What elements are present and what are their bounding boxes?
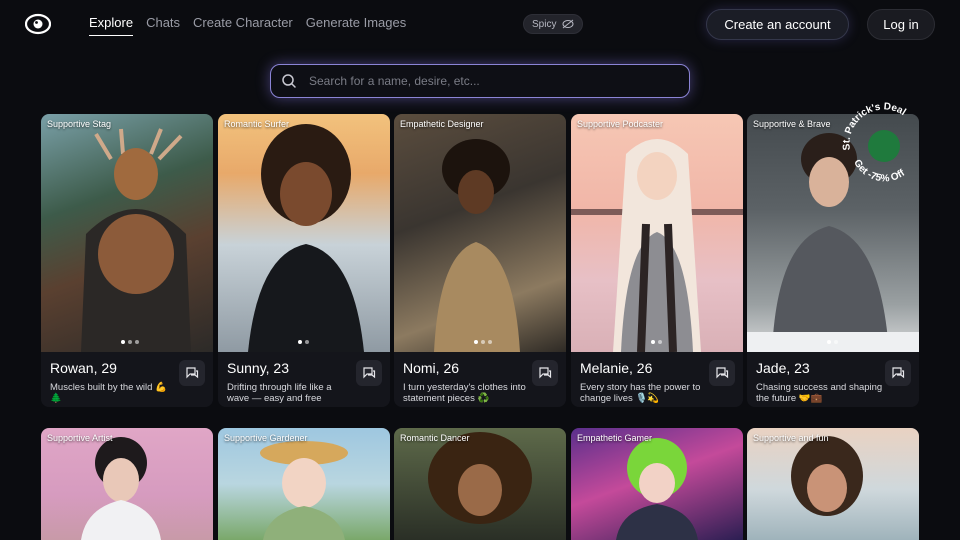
character-card[interactable]: Supportive Artist	[41, 428, 213, 540]
stag-figure	[81, 128, 191, 352]
character-tag: Supportive Artist	[47, 433, 113, 443]
spicy-toggle[interactable]: Spicy	[523, 14, 584, 34]
character-tag: Empathetic Gamer	[577, 433, 653, 443]
artist-figure	[81, 437, 161, 540]
surfer-figure	[248, 124, 364, 352]
character-tag: Romantic Surfer	[224, 119, 290, 129]
image-carousel-dots	[298, 340, 309, 344]
nav-create-character[interactable]: Create Character	[193, 15, 293, 36]
nav-explore[interactable]: Explore	[89, 15, 134, 36]
character-image	[394, 428, 566, 540]
character-tag: Empathetic Designer	[400, 119, 484, 129]
chat-icon	[186, 367, 199, 379]
character-description: Drifting through life like a wave — easy…	[227, 382, 332, 404]
card-info: Nomi, 26 I turn yesterday's clothes into…	[394, 352, 566, 407]
chat-button[interactable]	[709, 360, 735, 386]
login-button[interactable]: Log in	[867, 9, 935, 40]
character-image	[218, 428, 390, 540]
character-card[interactable]: Supportive and fun	[747, 428, 919, 540]
money-bag-icon	[868, 130, 900, 162]
character-card[interactable]: Romantic Dancer	[394, 428, 566, 540]
chat-button[interactable]	[885, 360, 911, 386]
character-card[interactable]: Romantic Surfer Sunny, 23 Drifting throu…	[218, 114, 390, 407]
chat-icon	[539, 367, 552, 379]
character-image	[747, 428, 919, 540]
character-description: Every story has the power to change live…	[580, 382, 701, 404]
chat-button[interactable]	[532, 360, 558, 386]
character-image	[571, 428, 743, 540]
chat-icon	[363, 367, 376, 379]
beach-figure	[791, 436, 863, 516]
character-card[interactable]: Supportive Podcaster Melanie, 26 Every s…	[571, 114, 743, 407]
character-card[interactable]: Supportive Stag Rowan, 29 Muscles built …	[41, 114, 213, 407]
image-carousel-dots	[651, 340, 662, 344]
search-bar[interactable]	[270, 64, 690, 98]
character-tag: Supportive and fun	[753, 433, 829, 443]
eye-off-icon	[562, 19, 574, 29]
character-name: Melanie, 26	[580, 360, 653, 376]
designer-figure	[434, 139, 520, 352]
card-info: Melanie, 26 Every story has the power to…	[571, 352, 743, 407]
main-nav: Explore Chats Create Character Generate …	[89, 15, 419, 36]
character-image	[571, 114, 743, 353]
search-icon	[282, 74, 296, 88]
character-tag: Supportive Stag	[47, 119, 112, 129]
character-tag: Romantic Dancer	[400, 433, 470, 443]
dancer-figure	[428, 432, 532, 524]
character-image	[218, 114, 390, 352]
chat-button[interactable]	[356, 360, 382, 386]
nav-generate-images[interactable]: Generate Images	[306, 15, 406, 36]
svg-text:Get -75% Off: Get -75% Off	[851, 158, 907, 185]
character-image	[41, 428, 213, 540]
character-tag: Supportive Podcaster	[577, 119, 664, 129]
character-description: Chasing success and shaping the future 🤝…	[756, 382, 883, 404]
create-account-button[interactable]: Create an account	[706, 9, 849, 40]
character-description: I turn yesterday's clothes into statemen…	[403, 382, 526, 404]
top-bar: Explore Chats Create Character Generate …	[0, 0, 960, 48]
character-card[interactable]: Empathetic Designer Nomi, 26 I turn yest…	[394, 114, 566, 407]
promo-badge[interactable]: St. Patrick's Deal Get -75% Off	[838, 100, 930, 192]
card-info: Sunny, 23 Drifting through life like a w…	[218, 352, 390, 407]
character-name: Nomi, 26	[403, 360, 460, 376]
search-input[interactable]	[309, 74, 669, 88]
character-image	[394, 114, 566, 352]
character-card[interactable]: Empathetic Gamer	[571, 428, 743, 540]
card-info: Rowan, 29 Muscles built by the wild 💪🌲	[41, 352, 213, 407]
gardener-figure	[260, 441, 348, 540]
gamer-figure	[616, 438, 698, 540]
character-name: Sunny, 23	[227, 360, 290, 376]
promo-line2: Get -75% Off	[851, 158, 907, 185]
character-name: Rowan, 29	[50, 360, 117, 376]
chat-icon	[716, 367, 729, 379]
character-image	[41, 114, 213, 352]
character-tag: Supportive & Brave	[753, 119, 831, 129]
character-description: Muscles built by the wild 💪🌲	[50, 382, 167, 404]
podcaster-figure	[571, 139, 743, 353]
image-carousel-dots	[474, 340, 492, 344]
character-name: Jade, 23	[756, 360, 810, 376]
character-tag: Supportive Gardener	[224, 433, 308, 443]
spicy-label: Spicy	[532, 18, 557, 30]
chat-button[interactable]	[179, 360, 205, 386]
chat-icon	[892, 367, 905, 379]
image-carousel-dots	[121, 340, 139, 344]
image-carousel-dots	[827, 340, 838, 344]
nav-chats[interactable]: Chats	[146, 15, 180, 36]
character-card[interactable]: Supportive Gardener	[218, 428, 390, 540]
eye-logo-icon[interactable]	[25, 12, 51, 36]
card-info: Jade, 23 Chasing success and shaping the…	[747, 352, 919, 407]
